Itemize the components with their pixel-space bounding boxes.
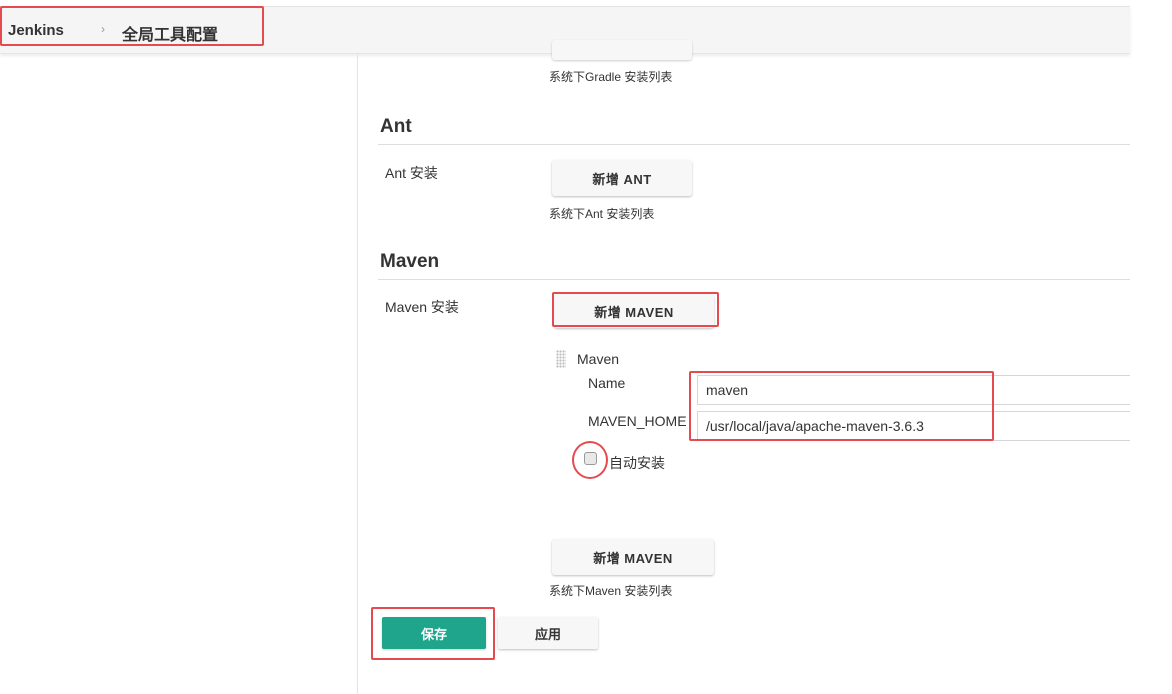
breadcrumb-highlight: [0, 6, 264, 46]
maven-caption: 系统下Maven 安装列表: [549, 584, 673, 598]
add-gradle-button[interactable]: [552, 40, 692, 60]
add-ant-button[interactable]: 新增 ANT: [552, 160, 692, 196]
ant-section-title: Ant: [380, 116, 412, 137]
add-maven-button-top[interactable]: 新增 MAVEN: [554, 294, 714, 328]
sidebar-divider: [357, 53, 358, 694]
maven-home-input[interactable]: [697, 411, 1130, 441]
maven-home-label: MAVEN_HOME: [588, 413, 687, 429]
gradle-caption: 系统下Gradle 安装列表: [549, 70, 673, 84]
maven-install-label: Maven 安装: [385, 299, 459, 315]
maven-name-label: Name: [588, 375, 626, 391]
ant-install-label: Ant 安装: [385, 165, 438, 181]
ant-caption: 系统下Ant 安装列表: [549, 207, 655, 221]
save-button[interactable]: 保存: [382, 617, 486, 649]
apply-button[interactable]: 应用: [498, 617, 598, 649]
ant-divider: [378, 144, 1130, 145]
maven-installation-header: Maven: [577, 351, 620, 367]
auto-install-label: 自动安装: [609, 455, 665, 471]
maven-section-title: Maven: [380, 251, 440, 272]
maven-name-input[interactable]: [697, 375, 1130, 405]
auto-install-checkbox[interactable]: [584, 452, 597, 465]
add-maven-button-bottom[interactable]: 新增 MAVEN: [552, 539, 714, 575]
maven-divider: [378, 279, 1130, 280]
drag-handle-icon[interactable]: [556, 350, 566, 368]
